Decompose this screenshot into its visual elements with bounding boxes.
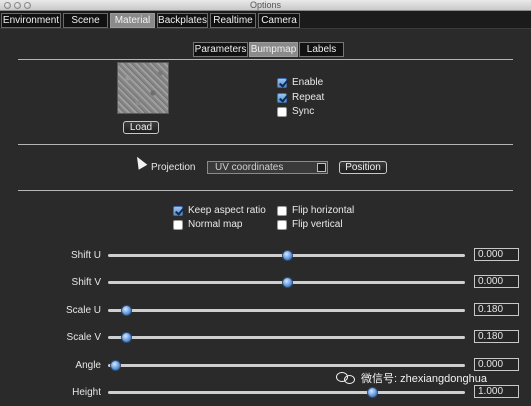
tab-scene[interactable]: Scene [63,13,108,28]
tab-environment[interactable]: Environment [1,13,61,28]
tab-realtime[interactable]: Realtime [210,13,256,28]
separator [18,190,513,191]
wechat-icon [336,371,356,385]
position-button[interactable]: Position [339,161,387,174]
separator [18,144,513,145]
subtab-bumpmap[interactable]: Bumpmap [249,42,298,57]
subtab-labels[interactable]: Labels [299,42,344,57]
slider-thumb[interactable] [110,360,122,371]
checkbox-box[interactable] [277,219,287,230]
projection-select[interactable]: UV coordinates [207,161,328,174]
checkbox-box[interactable] [277,205,287,216]
flip-vertical-label: Flip vertical [292,219,343,230]
slider-thumb[interactable] [281,250,293,261]
slider-thumb[interactable] [367,387,379,398]
slider-thumb[interactable] [281,277,293,288]
shift-u-value-field[interactable]: 0.000 [474,248,519,261]
slider-thumb[interactable] [120,332,132,343]
sync-label: Sync [292,106,315,117]
scale-u-slider[interactable] [108,305,465,316]
scale-u-value-field[interactable]: 0.180 [474,303,519,316]
bumpmap-texture-preview[interactable] [117,62,169,114]
normal-map-checkbox[interactable]: Normal map [173,219,242,230]
separator [18,59,513,60]
flip-horizontal-checkbox[interactable]: Flip horizontal [277,205,354,216]
tab-material[interactable]: Material [110,13,155,28]
flip-horizontal-label: Flip horizontal [292,205,355,216]
projection-label: Projection [151,162,196,173]
shift-v-label: Shift V [71,277,101,288]
window-titlebar: Options [0,0,531,11]
checkbox-box[interactable] [173,205,183,216]
load-button[interactable]: Load [123,121,159,134]
keep-aspect-ratio-checkbox[interactable]: Keep aspect ratio [173,205,266,216]
watermark-text: 微信号: zhexiangdonghua [361,373,487,385]
keep-aspect-ratio-label: Keep aspect ratio [188,205,266,216]
dropdown-arrow-icon[interactable] [317,163,326,172]
shift-v-value-field[interactable]: 0.000 [474,275,519,288]
shift-v-slider[interactable] [108,277,465,288]
slider-thumb[interactable] [120,305,132,316]
shift-u-label: Shift U [70,250,101,261]
repeat-label: Repeat [292,92,325,103]
window-title: Options [249,0,282,10]
main-tab-bar: Environment Scene Material Backplates Re… [0,11,531,29]
mouse-cursor-icon [132,154,148,170]
tab-camera[interactable]: Camera [258,13,300,28]
scale-v-slider[interactable] [108,332,465,343]
checkbox-box[interactable] [277,92,287,103]
height-label: Height [72,387,101,398]
scale-v-label: Scale V [66,332,101,343]
watermark: 微信号: zhexiangdonghua [336,370,487,386]
enable-label: Enable [292,77,324,88]
flip-vertical-checkbox[interactable]: Flip vertical [277,219,343,230]
angle-slider[interactable] [108,360,465,371]
angle-label: Angle [75,360,101,371]
checkbox-box[interactable] [277,106,287,117]
subtab-parameters[interactable]: Parameters [193,42,248,57]
normal-map-label: Normal map [188,219,243,230]
checkbox-box[interactable] [277,77,287,88]
scale-v-value-field[interactable]: 0.180 [474,330,519,343]
sync-checkbox[interactable]: Sync [277,106,314,117]
tab-backplates[interactable]: Backplates [157,13,208,28]
enable-checkbox[interactable]: Enable [277,77,323,88]
height-slider[interactable] [108,387,465,398]
checkbox-box[interactable] [173,219,183,230]
scale-u-label: Scale U [65,305,101,316]
repeat-checkbox[interactable]: Repeat [277,92,324,103]
shift-u-slider[interactable] [108,250,465,261]
height-value-field[interactable]: 1.000 [474,385,519,398]
projection-value: UV coordinates [215,162,284,173]
